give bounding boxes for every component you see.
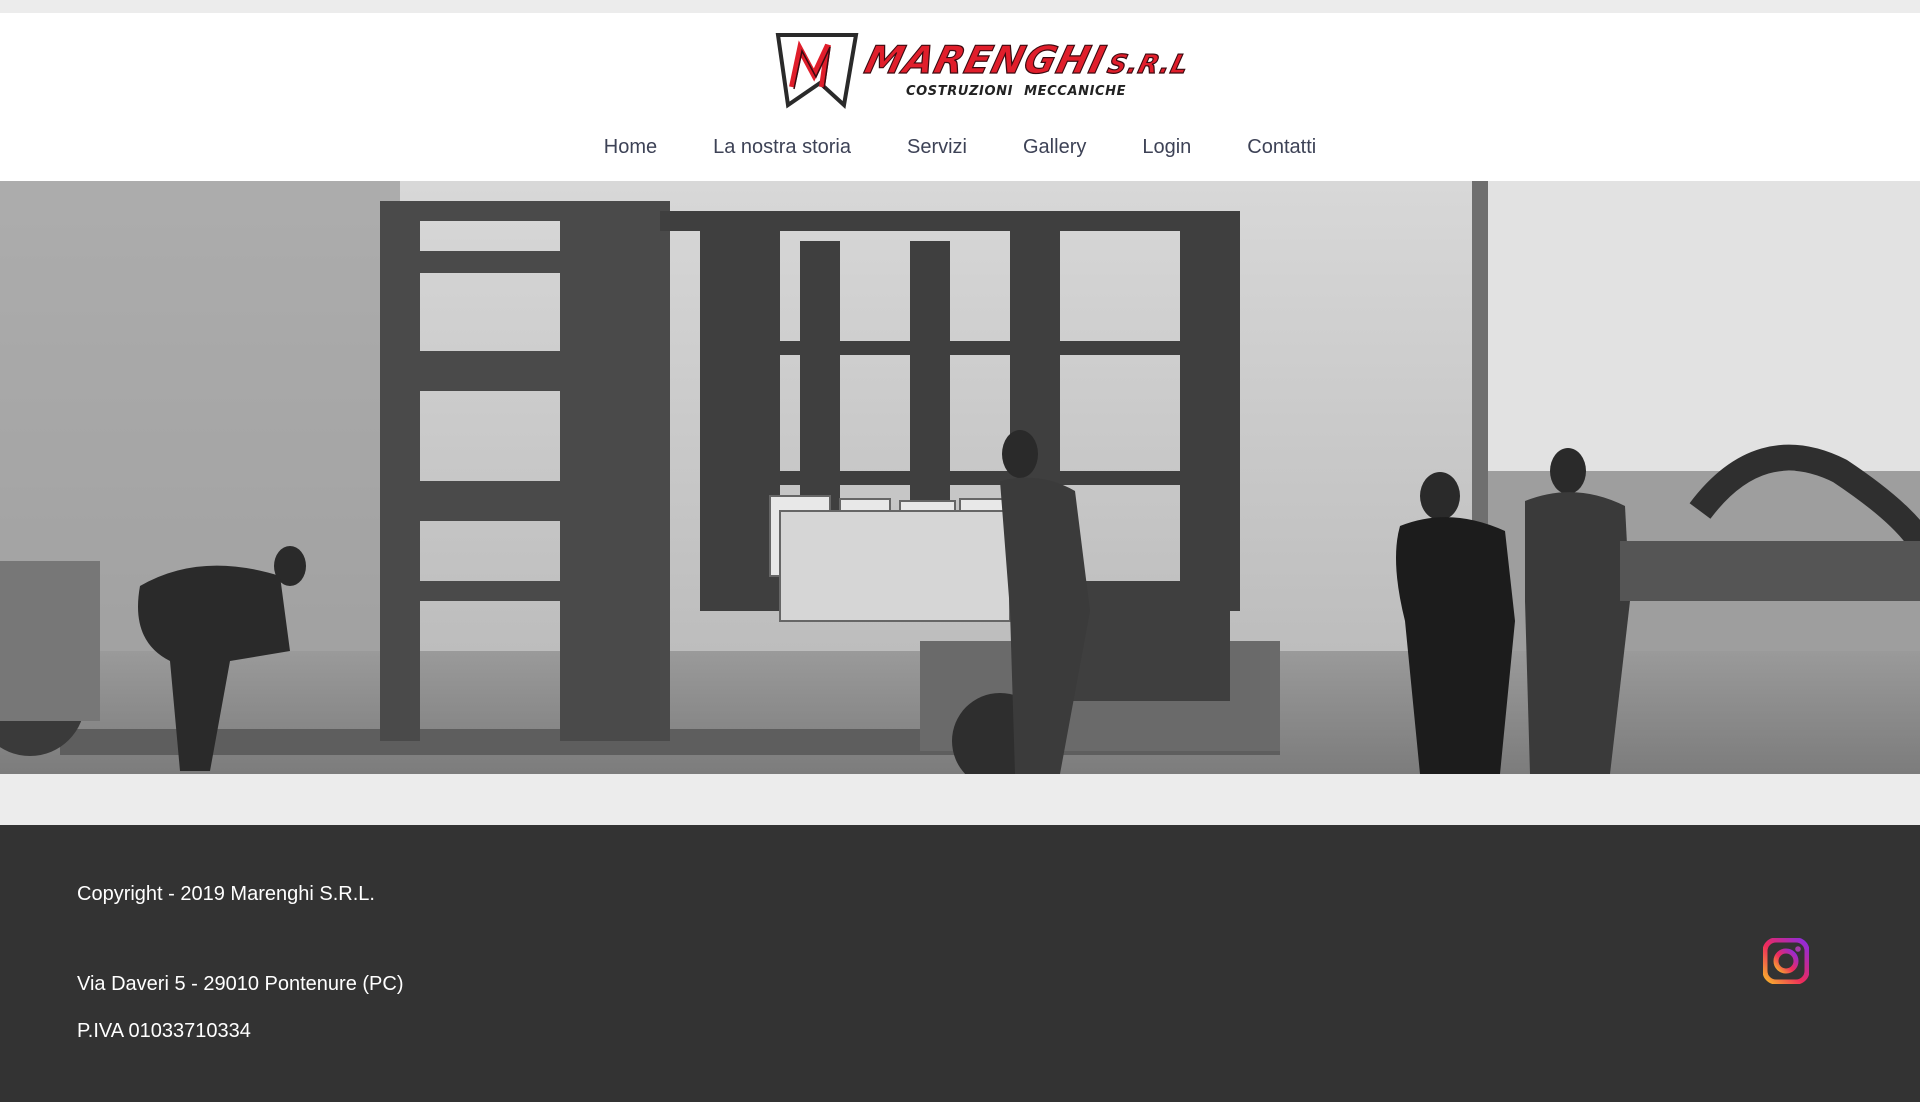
hero-image	[0, 181, 1920, 774]
main-nav: Home La nostra storia Servizi Gallery Lo…	[0, 129, 1920, 165]
footer-copyright: Copyright - 2019 Marenghi S.R.L.	[77, 883, 375, 905]
nav-login[interactable]: Login	[1114, 129, 1219, 165]
content-gap	[0, 774, 1920, 825]
logo-mark-icon	[775, 33, 859, 109]
site-header: MARENGHIS.R.L COSTRUZIONI MECCANICHE Hom…	[0, 13, 1920, 181]
footer-address: Via Daveri 5 - 29010 Pontenure (PC)	[77, 973, 404, 995]
hero-photo-illustration	[0, 181, 1920, 774]
nav-la-nostra-storia[interactable]: La nostra storia	[685, 129, 879, 165]
top-strip	[0, 0, 1920, 13]
logo-wordmark: MARENGHIS.R.L	[860, 37, 1193, 82]
instagram-icon[interactable]	[1762, 937, 1810, 985]
logo-tagline: COSTRUZIONI MECCANICHE	[906, 84, 1127, 99]
footer-vat: P.IVA 01033710334	[77, 1020, 251, 1042]
nav-contatti[interactable]: Contatti	[1219, 129, 1344, 165]
nav-gallery[interactable]: Gallery	[995, 129, 1114, 165]
logo-link[interactable]: MARENGHIS.R.L COSTRUZIONI MECCANICHE	[774, 23, 1193, 111]
nav-servizi[interactable]: Servizi	[879, 129, 995, 165]
site-footer: Copyright - 2019 Marenghi S.R.L. Via Dav…	[0, 825, 1920, 1102]
nav-home[interactable]: Home	[576, 129, 685, 165]
